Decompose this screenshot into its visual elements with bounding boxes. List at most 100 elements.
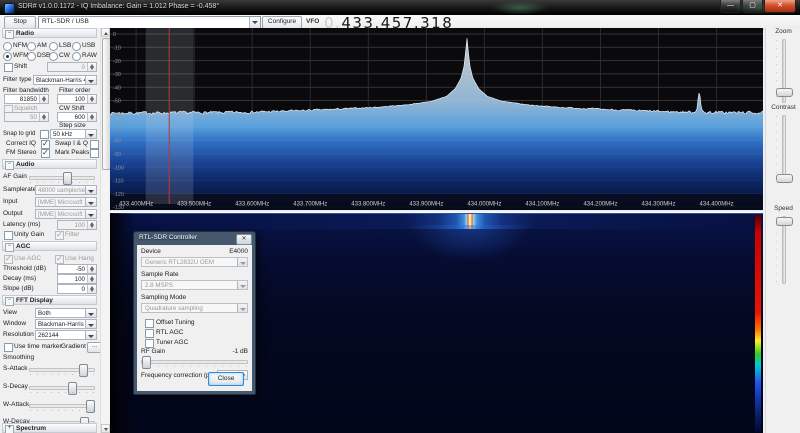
title-bar[interactable]: SDR# v1.0.0.1172 - IQ Imbalance: Gain = …: [0, 0, 800, 15]
threshold-label: Threshold (dB): [3, 264, 46, 274]
collapse-icon[interactable]: −: [5, 243, 14, 252]
radio-icon: [27, 42, 36, 51]
svg-text:434.100MHz: 434.100MHz: [525, 202, 559, 208]
device-select[interactable]: Generic RTL2832U OEM: [141, 257, 248, 267]
slope-input[interactable]: 0: [57, 284, 97, 294]
spinner-icon[interactable]: [87, 221, 96, 229]
offset-tuning-checkbox[interactable]: [145, 319, 154, 328]
threshold-input[interactable]: -50: [57, 264, 97, 274]
collapse-icon[interactable]: +: [5, 425, 14, 433]
spinner-icon[interactable]: [39, 95, 48, 103]
slider-thumb[interactable]: [63, 172, 72, 185]
dialog-close-button[interactable]: Close: [208, 372, 244, 386]
filter-type-select[interactable]: Blackman-Harris 4: [33, 75, 97, 85]
mode-nfm[interactable]: NFM: [3, 41, 27, 51]
filter-order-input[interactable]: 100: [57, 94, 97, 104]
spinner-icon[interactable]: [87, 285, 96, 293]
maximize-button[interactable]: ▢: [742, 0, 763, 13]
snap-to-grid-checkbox[interactable]: [40, 130, 49, 139]
mode-usb[interactable]: USB: [72, 41, 95, 51]
shift-input[interactable]: 0: [47, 62, 97, 72]
decay-input[interactable]: 100: [57, 274, 97, 284]
gradient-button[interactable]: ...: [87, 342, 100, 353]
af-gain-slider[interactable]: [29, 176, 95, 180]
contrast-slider[interactable]: [782, 115, 786, 183]
s-attack-slider[interactable]: [29, 368, 95, 372]
fm-stereo-label: FM Stereo: [6, 148, 36, 158]
s-decay-label: S-Decay: [3, 382, 28, 392]
svg-text:-70: -70: [113, 125, 121, 131]
section-spectrum[interactable]: +Spectrum: [2, 423, 97, 433]
mark-peaks-checkbox[interactable]: [90, 149, 99, 158]
fm-stereo-checkbox[interactable]: [41, 149, 50, 158]
spectrum-plot[interactable]: 0-10-20-30-40-50-60-70-80-90-100-110-120…: [110, 28, 763, 210]
latency-input[interactable]: 100: [57, 220, 97, 230]
mode-am[interactable]: AM: [27, 41, 47, 51]
sdrsharp-window: SDR# v1.0.0.1172 - IQ Imbalance: Gain = …: [0, 0, 800, 433]
shift-label: Shift: [14, 62, 27, 72]
sidebar-scrollbar[interactable]: [100, 28, 109, 433]
zoom-slider[interactable]: [782, 39, 786, 103]
chevron-down-icon: [237, 258, 247, 266]
svg-text:433.800MHz: 433.800MHz: [351, 202, 385, 208]
audio-output-select[interactable]: [MME] Microsoft Sound: [35, 209, 97, 219]
audio-input-select[interactable]: [MME] Microsoft Sound: [35, 197, 97, 207]
sampling-mode-select[interactable]: Quadrature sampling: [141, 303, 248, 313]
svg-text:433.600MHz: 433.600MHz: [235, 202, 269, 208]
slider-thumb[interactable]: [68, 382, 77, 395]
section-agc[interactable]: −AGC: [2, 241, 97, 251]
svg-text:-90: -90: [113, 152, 121, 158]
section-audio[interactable]: −Audio: [2, 159, 97, 169]
rtl-agc-label: RTL AGC: [156, 329, 183, 336]
minimize-button[interactable]: —: [720, 0, 741, 13]
spinner-icon[interactable]: [39, 113, 48, 121]
w-attack-slider[interactable]: [29, 404, 95, 408]
spinner-icon[interactable]: [87, 95, 96, 103]
shift-checkbox[interactable]: [4, 63, 13, 72]
use-agc-checkbox[interactable]: [4, 255, 13, 264]
slider-thumb[interactable]: [79, 364, 88, 377]
scroll-up-icon[interactable]: [101, 28, 110, 37]
spinner-icon[interactable]: [87, 113, 96, 121]
step-size-select[interactable]: 50 kHz: [50, 129, 97, 139]
section-fft-display[interactable]: −FFT Display: [2, 295, 97, 305]
slider-thumb[interactable]: [142, 356, 151, 369]
mode-lsb[interactable]: LSB: [49, 41, 71, 51]
spinner-icon[interactable]: [87, 265, 96, 273]
rtl-agc-checkbox[interactable]: [145, 329, 154, 338]
mode-dsb[interactable]: DSB: [27, 51, 50, 61]
spinner-icon[interactable]: [87, 275, 96, 283]
slider-thumb[interactable]: [776, 88, 793, 97]
unity-gain-checkbox[interactable]: [4, 231, 13, 240]
use-hang-checkbox[interactable]: [55, 255, 64, 264]
svg-text:-50: -50: [113, 99, 121, 105]
slider-thumb[interactable]: [776, 217, 793, 226]
speed-slider[interactable]: [782, 216, 786, 284]
samplerate-select[interactable]: 48000 sample/sec: [35, 185, 97, 195]
mode-raw[interactable]: RAW: [72, 51, 97, 61]
mode-cw[interactable]: CW: [49, 51, 70, 61]
svg-text:0: 0: [113, 32, 116, 38]
fft-window-select[interactable]: Blackman-Harris 4: [35, 319, 97, 329]
close-window-button[interactable]: ✕: [764, 0, 796, 13]
view-select[interactable]: Both: [35, 308, 97, 318]
collapse-icon[interactable]: −: [5, 297, 14, 306]
collapse-icon[interactable]: −: [5, 161, 14, 170]
s-decay-slider[interactable]: [29, 386, 95, 390]
dialog-close-icon[interactable]: ✕: [236, 234, 252, 245]
resolution-select[interactable]: 262144: [35, 330, 97, 340]
speed-label: Speed: [766, 205, 800, 212]
filter-audio-checkbox[interactable]: [55, 231, 64, 240]
waterfall-color-scale: [755, 215, 761, 432]
scroll-down-icon[interactable]: [101, 424, 110, 433]
slider-thumb[interactable]: [776, 174, 793, 183]
time-marker-checkbox[interactable]: [4, 343, 13, 352]
slider-thumb[interactable]: [86, 400, 95, 413]
rf-gain-slider[interactable]: [141, 360, 248, 364]
collapse-icon[interactable]: −: [5, 30, 14, 39]
spinner-icon[interactable]: [87, 63, 96, 71]
mode-wfm[interactable]: WFM: [3, 51, 29, 61]
filter-bandwidth-input[interactable]: 81850: [4, 94, 49, 104]
sample-rate-select[interactable]: 2.8 MSPS: [141, 280, 248, 290]
section-radio[interactable]: −Radio: [2, 28, 97, 38]
